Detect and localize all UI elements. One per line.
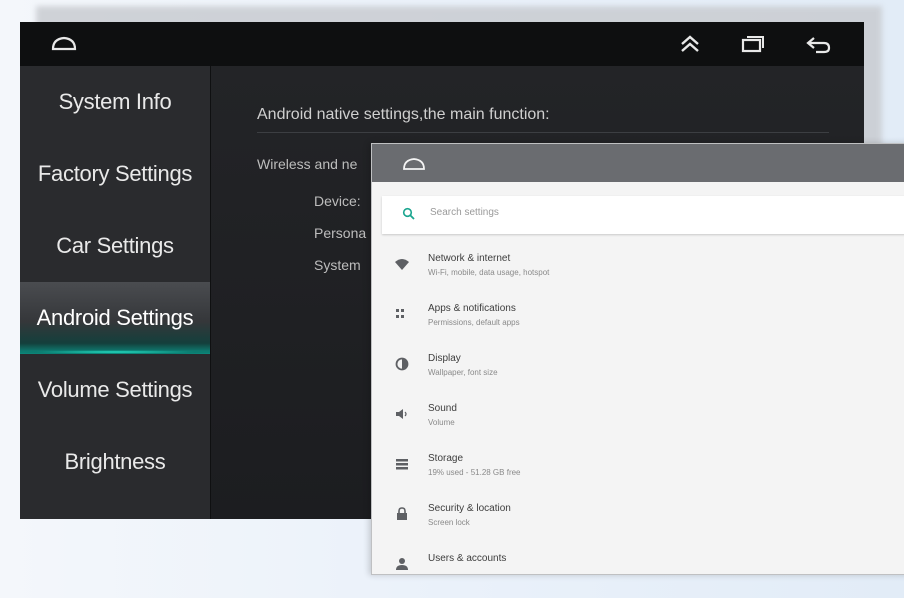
content-line-wireless: Wireless and ne (257, 156, 358, 172)
settings-item-title: Sound (428, 403, 457, 414)
content-line-personal: Persona (314, 225, 367, 241)
settings-item-security[interactable]: Security & location Screen lock (372, 498, 902, 548)
user-icon (394, 556, 410, 572)
settings-item-sound[interactable]: Sound Volume (372, 398, 902, 448)
settings-item-storage[interactable]: Storage 19% used - 51.28 GB free (372, 448, 902, 498)
storage-icon (394, 456, 410, 472)
settings-item-title: Users & accounts (428, 553, 507, 564)
settings-item-apps[interactable]: Apps & notifications Permissions, defaul… (372, 298, 902, 348)
settings-item-title: Security & location (428, 503, 511, 514)
settings-item-subtitle: 19% used - 51.28 GB free (428, 468, 521, 477)
sidebar-item-car-settings[interactable]: Car Settings (20, 210, 210, 282)
recent-apps-icon[interactable] (738, 31, 766, 57)
lock-icon (394, 506, 410, 522)
back-arrow-icon[interactable] (804, 31, 832, 57)
sidebar-item-android-settings[interactable]: Android Settings (20, 282, 210, 354)
sidebar-item-factory-settings[interactable]: Factory Settings (20, 138, 210, 210)
search-input[interactable]: Search settings (430, 207, 499, 218)
apps-icon (394, 306, 410, 322)
settings-item-subtitle: Permissions, default apps (428, 318, 520, 327)
content-line-device: Device: (314, 193, 361, 209)
settings-item-network[interactable]: Network & internet Wi-Fi, mobile, data u… (372, 248, 902, 298)
settings-item-display[interactable]: Display Wallpaper, font size (372, 348, 902, 398)
settings-item-title: Display (428, 353, 461, 364)
content-heading: Android native settings,the main functio… (257, 106, 550, 123)
settings-item-title: Apps & notifications (428, 303, 516, 314)
wifi-icon (394, 256, 410, 272)
settings-item-subtitle: Volume (428, 418, 455, 427)
settings-item-subtitle: Screen lock (428, 518, 470, 527)
settings-item-users[interactable]: Users & accounts (372, 548, 902, 598)
volume-icon (394, 406, 410, 422)
android-settings-window: Search settings Network & internet Wi-Fi… (371, 143, 904, 575)
settings-sidebar: System Info Factory Settings Car Setting… (20, 66, 211, 519)
content-line-system: System (314, 257, 361, 273)
sidebar-item-system-info[interactable]: System Info (20, 66, 210, 138)
settings-item-subtitle: Wi-Fi, mobile, data usage, hotspot (428, 268, 550, 277)
heading-divider (257, 132, 829, 133)
search-bar[interactable]: Search settings (382, 196, 904, 234)
settings-item-title: Storage (428, 453, 464, 464)
status-bar (20, 22, 864, 66)
settings-item-subtitle: Wallpaper, font size (428, 368, 498, 377)
sidebar-item-volume-settings[interactable]: Volume Settings (20, 354, 210, 426)
sidebar-item-brightness[interactable]: Brightness (20, 426, 210, 498)
brightness-icon (394, 356, 410, 372)
home-icon[interactable] (50, 31, 78, 57)
settings-item-title: Network & internet (428, 253, 511, 264)
search-icon (402, 207, 416, 221)
double-chevron-up-icon[interactable] (676, 31, 704, 57)
home-icon[interactable] (402, 156, 426, 172)
android-status-bar (372, 144, 904, 182)
